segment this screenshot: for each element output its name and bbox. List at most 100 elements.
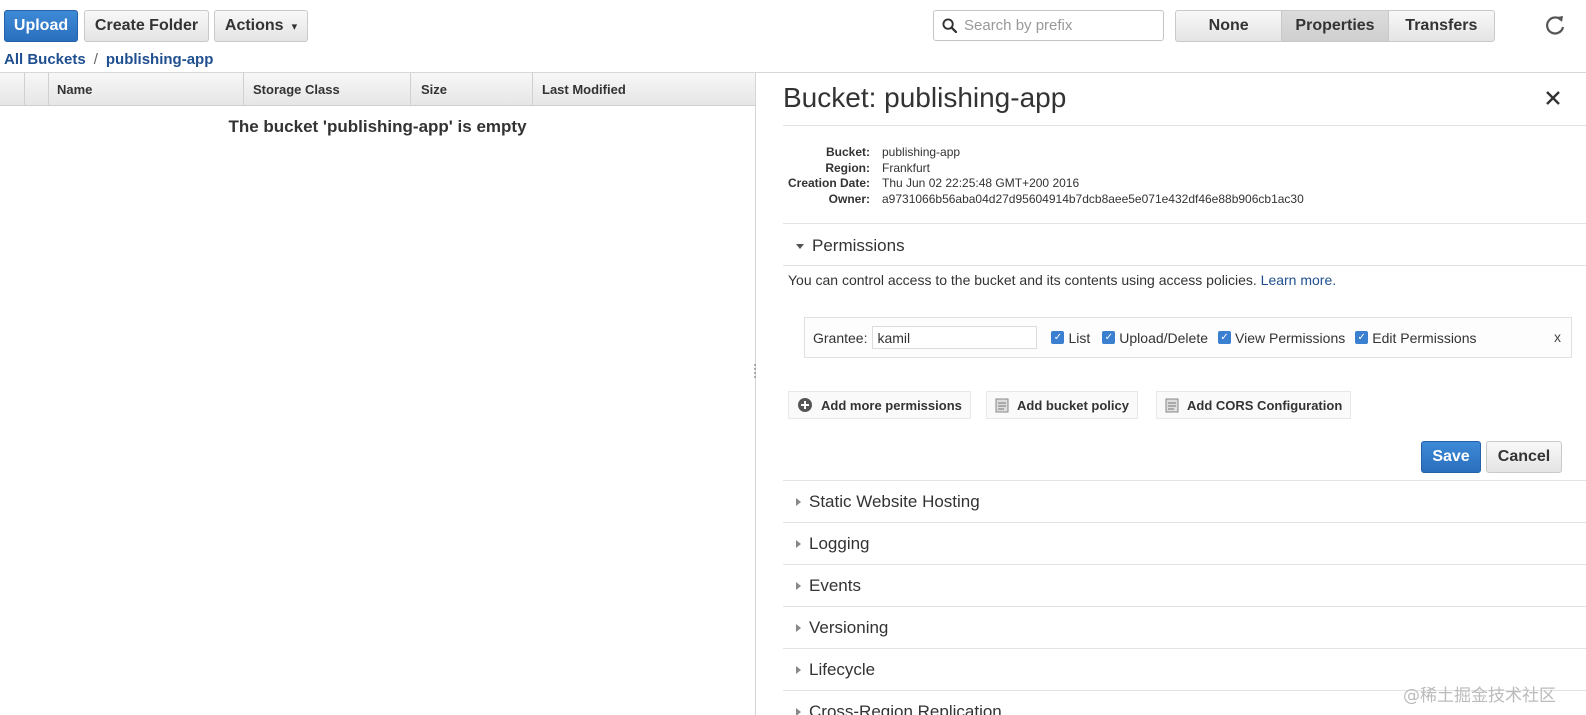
checkbox-checked-icon[interactable]: ✓ — [1355, 331, 1369, 344]
breadcrumb-separator: / — [93, 51, 98, 68]
column-divider — [532, 73, 533, 106]
section-permissions-header[interactable]: Permissions — [796, 236, 905, 256]
info-label: Owner: — [828, 191, 870, 206]
add-cors-configuration-label: Add CORS Configuration — [1187, 397, 1343, 413]
divider — [783, 480, 1586, 481]
document-icon — [995, 398, 1009, 412]
column-header-last-modified[interactable]: Last Modified — [542, 82, 626, 97]
caret-right-icon — [796, 498, 801, 506]
view-properties-button[interactable]: Properties — [1282, 11, 1389, 41]
section-lifecycle-header[interactable]: Lifecycle — [796, 660, 875, 680]
permissions-description: You can control access to the bucket and… — [788, 272, 1336, 288]
column-divider — [48, 73, 49, 106]
info-value: Thu Jun 02 22:25:48 GMT+200 2016 — [882, 176, 1080, 190]
section-static-website-hosting-header[interactable]: Static Website Hosting — [796, 492, 980, 512]
checkbox-edit-permissions[interactable]: ✓ Edit Permissions — [1355, 330, 1477, 346]
add-more-permissions-label: Add more permissions — [821, 397, 962, 413]
breadcrumb: All Buckets / publishing-app — [4, 51, 213, 68]
section-cross-region-replication-header[interactable]: Cross-Region Replication — [796, 702, 1002, 715]
section-title: Versioning — [809, 618, 889, 637]
section-events-header[interactable]: Events — [796, 576, 861, 596]
search-icon — [942, 18, 957, 33]
divider — [783, 522, 1586, 523]
info-row-creation-date: Creation Date: Thu Jun 02 22:25:48 GMT+2… — [783, 176, 1304, 192]
add-bucket-policy-button[interactable]: Add bucket policy — [986, 391, 1138, 419]
breadcrumb-current-bucket[interactable]: publishing-app — [106, 51, 213, 68]
search-input[interactable] — [964, 17, 1154, 34]
section-title: Lifecycle — [809, 660, 876, 679]
checkbox-view-permissions[interactable]: ✓ View Permissions — [1218, 330, 1345, 346]
add-cors-configuration-button[interactable]: Add CORS Configuration — [1156, 391, 1352, 419]
grantee-row: Grantee: ✓ List ✓ Upload/Delete ✓ View P… — [804, 317, 1572, 358]
divider — [783, 564, 1586, 565]
caret-right-icon — [796, 708, 801, 715]
info-row-region: Region: Frankfurt — [783, 161, 1304, 177]
info-label: Creation Date: — [787, 176, 870, 190]
info-label: Bucket: — [825, 145, 870, 159]
checkbox-upload-delete[interactable]: ✓ Upload/Delete — [1102, 330, 1208, 346]
section-title: Permissions — [812, 236, 905, 255]
checkbox-checked-icon[interactable]: ✓ — [1051, 331, 1065, 344]
info-label: Region: — [825, 160, 870, 175]
divider — [783, 125, 1586, 126]
chevron-down-icon: ▾ — [291, 20, 298, 33]
info-value: a9731066b56aba04d27d95604914b7dcb8aee5e0… — [882, 191, 1304, 206]
checkbox-list[interactable]: ✓ List — [1051, 330, 1090, 346]
column-divider — [24, 73, 25, 106]
section-title: Static Website Hosting — [809, 492, 980, 511]
permissions-description-text: You can control access to the bucket and… — [788, 272, 1257, 288]
learn-more-link[interactable]: Learn more. — [1261, 272, 1336, 288]
create-folder-button[interactable]: Create Folder — [84, 10, 209, 42]
section-versioning-header[interactable]: Versioning — [796, 618, 888, 638]
save-button[interactable]: Save — [1421, 441, 1481, 473]
info-value: Frankfurt — [882, 160, 931, 175]
divider — [783, 606, 1586, 607]
section-logging-header[interactable]: Logging — [796, 534, 870, 554]
info-row-bucket: Bucket: publishing-app — [783, 145, 1304, 161]
divider — [783, 223, 1586, 224]
document-icon — [1165, 398, 1179, 412]
column-header-name[interactable]: Name — [57, 82, 92, 97]
bucket-info: Bucket: publishing-app Region: Frankfurt… — [783, 145, 1304, 207]
remove-grantee-button[interactable]: x — [1554, 329, 1561, 345]
column-divider — [243, 73, 244, 106]
plus-circle-icon — [798, 398, 812, 412]
info-row-owner: Owner: a9731066b56aba04d27d95604914b7dcb… — [783, 192, 1304, 208]
section-title: Events — [809, 576, 861, 595]
checkbox-checked-icon[interactable]: ✓ — [1102, 331, 1116, 344]
breadcrumb-all-buckets[interactable]: All Buckets — [4, 51, 86, 68]
view-toggle-group: None Properties Transfers — [1175, 10, 1495, 42]
info-value: publishing-app — [882, 145, 961, 159]
grantee-label: Grantee: — [813, 329, 868, 346]
search-box — [933, 10, 1164, 41]
actions-dropdown-button[interactable]: Actions ▾ — [214, 10, 308, 42]
grantee-input[interactable] — [872, 326, 1038, 349]
cancel-button[interactable]: Cancel — [1486, 441, 1562, 473]
view-transfers-button[interactable]: Transfers — [1389, 11, 1494, 41]
checkbox-checked-icon[interactable]: ✓ — [1218, 331, 1232, 344]
column-header-size[interactable]: Size — [421, 82, 447, 97]
caret-right-icon — [796, 624, 801, 632]
close-icon[interactable] — [1544, 89, 1562, 107]
caret-right-icon — [796, 540, 801, 548]
checkbox-label: Upload/Delete — [1119, 329, 1209, 346]
watermark: @稀土掘金技术社区 — [1403, 686, 1556, 706]
checkbox-label: List — [1068, 329, 1091, 346]
add-more-permissions-button[interactable]: Add more permissions — [788, 391, 971, 419]
add-bucket-policy-label: Add bucket policy — [1017, 397, 1129, 413]
view-none-button[interactable]: None — [1176, 11, 1283, 41]
column-header-storage-class[interactable]: Storage Class — [253, 82, 340, 97]
divider — [783, 648, 1586, 649]
upload-button[interactable]: Upload — [4, 10, 78, 42]
section-title: Logging — [809, 534, 870, 553]
properties-title: Bucket: publishing-app — [783, 82, 1067, 113]
column-divider — [410, 73, 411, 106]
caret-right-icon — [796, 582, 801, 590]
refresh-icon[interactable] — [1544, 14, 1566, 36]
object-list-pane: Name Storage Class Size Last Modified Th… — [0, 72, 755, 715]
section-title: Cross-Region Replication — [809, 702, 1002, 715]
caret-right-icon — [796, 666, 801, 674]
empty-bucket-message: The bucket 'publishing-app' is empty — [228, 117, 527, 136]
checkbox-label: View Permissions — [1235, 329, 1346, 346]
table-header: Name Storage Class Size Last Modified — [0, 73, 755, 106]
